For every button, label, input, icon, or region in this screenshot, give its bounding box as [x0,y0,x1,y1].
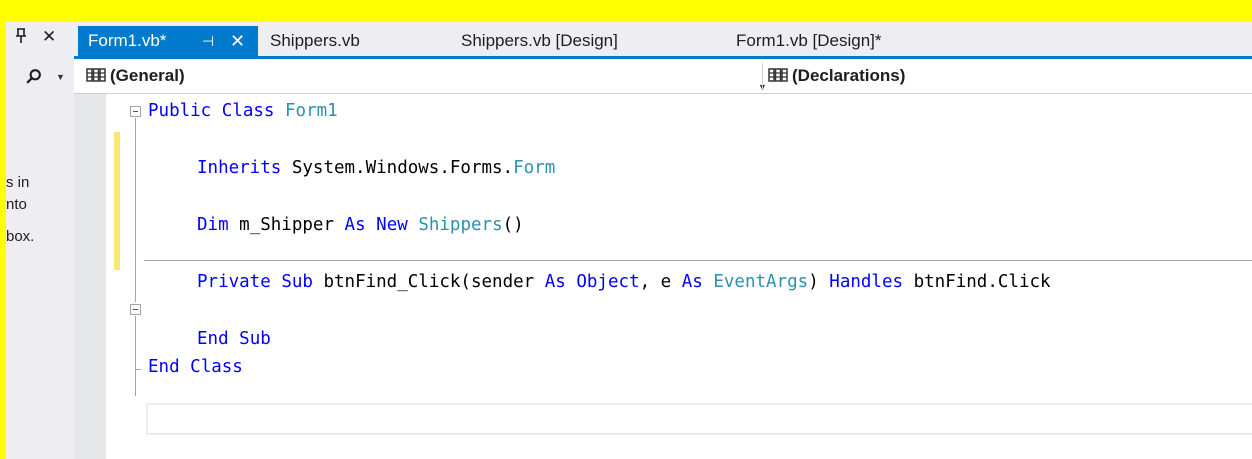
navigation-bar: (General) ▼ (Declarations) [74,59,1252,94]
tool-panel: ✕ ▼ s in nto box. [6,22,75,459]
current-line-highlight [146,403,1252,435]
tab-label: Form1.vb* [88,31,167,50]
code-line-end-class[interactable]: End Class [148,356,243,378]
code-line-end-sub[interactable]: End Sub [197,328,271,350]
code-line-class[interactable]: Public Class Form1 [148,100,338,122]
collapse-sub-icon[interactable] [130,304,141,315]
tab-shippers-vb-design[interactable]: Shippers.vb [Design] [461,26,618,56]
tab-label: Form1.vb [Design]* [736,31,882,50]
document-tabs: Form1.vb* ⊣ ✕ Shippers.vb Shippers.vb [D… [74,22,1252,56]
member-dropdown[interactable]: (Declarations) [768,63,905,89]
outline-guide [135,118,136,302]
tab-form1-vb-design[interactable]: Form1.vb [Design]* [736,26,882,56]
procedure-separator [144,260,1252,261]
tab-label: Shippers.vb [270,31,360,50]
chevron-down-icon[interactable]: ▼ [56,72,65,82]
ide-window: ✕ ▼ s in nto box. Form1.vb* ⊣ ✕ Shippers… [6,22,1252,459]
code-editor[interactable]: Public Class Form1 Inherits System.Windo… [74,94,1252,459]
search-icon [26,69,41,84]
outline-guide [135,369,141,370]
tab-form1-vb[interactable]: Form1.vb* ⊣ ✕ [78,26,258,56]
class-icon [768,68,788,82]
type-dropdown-value: (General) [110,66,185,85]
indicator-margin[interactable] [74,94,106,459]
outline-guide [135,316,136,396]
code-line-inherits[interactable]: Inherits System.Windows.Forms.Form [197,157,555,179]
member-dropdown-value: (Declarations) [792,66,906,85]
collapse-class-icon[interactable] [130,106,141,117]
type-dropdown[interactable]: (General) ▼ [86,63,767,92]
pin-icon[interactable] [14,28,28,49]
changed-lines-indicator [114,132,120,270]
panel-text-line: s in [6,174,30,191]
panel-text-line: nto [6,196,27,213]
close-icon[interactable]: ✕ [230,26,245,56]
search-box[interactable]: ▼ [6,66,74,96]
tab-shippers-vb[interactable]: Shippers.vb [270,26,360,56]
tab-label: Shippers.vb [Design] [461,31,618,50]
panel-text-line: box. [6,228,35,245]
pin-icon[interactable]: ⊣ [202,26,214,56]
code-line-sub[interactable]: Private Sub btnFind_Click(sender As Obje… [197,271,1051,293]
class-icon [86,68,106,82]
code-line-dim[interactable]: Dim m_Shipper As New Shippers() [197,214,524,236]
close-icon[interactable]: ✕ [42,27,56,47]
divider [762,63,763,89]
